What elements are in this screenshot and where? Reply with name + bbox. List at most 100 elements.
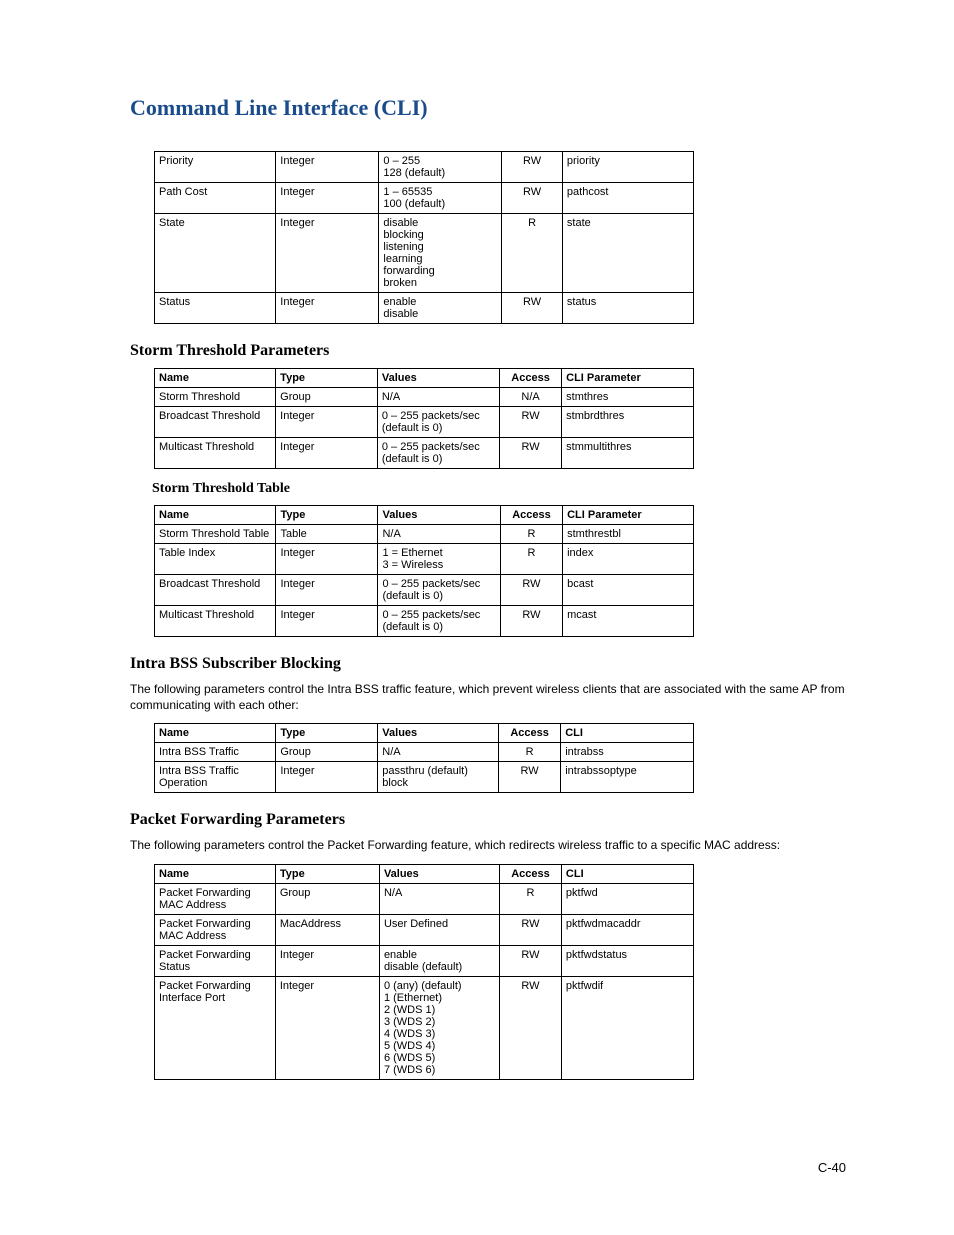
cell-col-cli: stmmultithres	[562, 438, 694, 469]
col-type: Type	[275, 864, 379, 883]
col-type: Type	[276, 724, 378, 743]
cell-col-access: R	[500, 544, 562, 575]
cell-col-name: Storm Threshold Table	[155, 525, 276, 544]
cell-col-name: Broadcast Threshold	[155, 407, 276, 438]
cell-col-type: Integer	[276, 575, 378, 606]
storm-threshold-table: Name Type Values Access CLI Parameter St…	[154, 505, 694, 637]
cell-col-values: 0 – 255 packets/sec(default is 0)	[377, 407, 499, 438]
table-row: Multicast ThresholdInteger0 – 255 packet…	[155, 438, 694, 469]
table-row: Storm Threshold TableTableN/ARstmthrestb…	[155, 525, 694, 544]
cell-col-type: Table	[276, 525, 378, 544]
col-access: Access	[499, 369, 561, 388]
cell-col-access: R	[498, 743, 560, 762]
cell-col-name: Packet Forwarding MAC Address	[155, 914, 276, 945]
cell-col-name: Priority	[155, 152, 276, 183]
table-row: Path CostInteger1 – 65535100 (default)RW…	[155, 183, 694, 214]
cell-col-cli: index	[563, 544, 694, 575]
cell-col-values: 0 – 255 packets/sec(default is 0)	[378, 606, 500, 637]
table-row: Multicast ThresholdInteger0 – 255 packet…	[155, 606, 694, 637]
col-type: Type	[276, 506, 378, 525]
cell-col-name: Broadcast Threshold	[155, 575, 276, 606]
table-row: Packet Forwarding MAC AddressGroupN/ARpk…	[155, 883, 694, 914]
cell-col-access: RW	[502, 183, 563, 214]
cell-col-values: enabledisable (default)	[379, 945, 499, 976]
cell-col-access: RW	[498, 762, 560, 793]
cell-col-values: disableblockinglisteninglearningforwardi…	[379, 214, 502, 293]
cell-col-type: Integer	[276, 544, 378, 575]
table-row: Packet Forwarding Interface PortInteger0…	[155, 976, 694, 1079]
cell-col-name: Status	[155, 293, 276, 324]
cell-col-access: RW	[499, 438, 561, 469]
storm-params-table: Name Type Values Access CLI Parameter St…	[154, 368, 694, 469]
col-access: Access	[498, 724, 560, 743]
page: Command Line Interface (CLI) PriorityInt…	[0, 0, 954, 1235]
cell-col-type: Integer	[276, 152, 379, 183]
cell-col-type: Group	[276, 388, 378, 407]
cell-col-values: passthru (default)block	[378, 762, 499, 793]
cell-col-values: N/A	[378, 743, 499, 762]
cell-col-values: 0 – 255 packets/sec(default is 0)	[377, 438, 499, 469]
cell-col-type: Group	[275, 883, 379, 914]
cell-col-name: Path Cost	[155, 183, 276, 214]
document-title: Command Line Interface (CLI)	[130, 95, 846, 121]
table-row: Packet Forwarding MAC AddressMacAddressU…	[155, 914, 694, 945]
col-access: Access	[500, 864, 562, 883]
cell-col-cli: stmthrestbl	[563, 525, 694, 544]
cell-col-cli: state	[562, 214, 693, 293]
cell-col-type: Integer	[275, 945, 379, 976]
cell-col-type: Integer	[276, 762, 378, 793]
cell-col-type: Integer	[276, 606, 378, 637]
cell-col-name: Multicast Threshold	[155, 438, 276, 469]
cell-col-name: Packet Forwarding MAC Address	[155, 883, 276, 914]
cell-col-values: N/A	[377, 388, 499, 407]
col-cli: CLI Parameter	[563, 506, 694, 525]
cell-col-type: Integer	[276, 438, 378, 469]
cell-col-cli: intrabssoptype	[561, 762, 694, 793]
cell-col-type: Integer	[276, 183, 379, 214]
cell-col-values: 1 – 65535100 (default)	[379, 183, 502, 214]
table-header-row: Name Type Values Access CLI Parameter	[155, 506, 694, 525]
cell-col-name: Table Index	[155, 544, 276, 575]
cell-col-values: 0 (any) (default)1 (Ethernet)2 (WDS 1)3 …	[379, 976, 499, 1079]
cell-col-cli: stmbrdthres	[562, 407, 694, 438]
col-cli: CLI	[561, 864, 693, 883]
cell-col-values: 0 – 255128 (default)	[379, 152, 502, 183]
intra-bss-table: Name Type Values Access CLI Intra BSS Tr…	[154, 723, 694, 793]
cell-col-type: Integer	[275, 976, 379, 1079]
subsection-storm-table: Storm Threshold Table	[152, 481, 846, 497]
cell-col-type: Integer	[276, 407, 378, 438]
cell-col-type: Integer	[276, 293, 379, 324]
col-name: Name	[155, 724, 276, 743]
col-type: Type	[276, 369, 378, 388]
col-name: Name	[155, 506, 276, 525]
cell-col-type: Group	[276, 743, 378, 762]
cell-col-access: RW	[499, 407, 561, 438]
cell-col-values: 1 = Ethernet3 = Wireless	[378, 544, 500, 575]
table-row: Table IndexInteger1 = Ethernet3 = Wirele…	[155, 544, 694, 575]
cell-col-name: Packet Forwarding Status	[155, 945, 276, 976]
cell-col-cli: status	[562, 293, 693, 324]
cell-col-access: RW	[500, 976, 562, 1079]
col-access: Access	[500, 506, 562, 525]
cell-col-cli: pktfwd	[561, 883, 693, 914]
table-header-row: Name Type Values Access CLI	[155, 724, 694, 743]
cell-col-cli: pktfwdstatus	[561, 945, 693, 976]
packet-fwd-paragraph: The following parameters control the Pac…	[130, 837, 846, 853]
cell-col-access: RW	[502, 293, 563, 324]
col-cli: CLI	[561, 724, 694, 743]
table-row: Storm ThresholdGroupN/AN/Astmthres	[155, 388, 694, 407]
table-row: Intra BSS Traffic OperationIntegerpassth…	[155, 762, 694, 793]
cell-col-access: RW	[500, 575, 562, 606]
table-header-row: Name Type Values Access CLI Parameter	[155, 369, 694, 388]
cell-col-values: enabledisable	[379, 293, 502, 324]
page-number: C-40	[818, 1160, 846, 1175]
table-row: StateIntegerdisableblockinglisteninglear…	[155, 214, 694, 293]
table-header-row: Name Type Values Access CLI	[155, 864, 694, 883]
cell-col-access: R	[500, 883, 562, 914]
col-name: Name	[155, 369, 276, 388]
cell-col-type: MacAddress	[275, 914, 379, 945]
cell-col-access: RW	[500, 945, 562, 976]
cell-col-access: RW	[500, 914, 562, 945]
cell-col-cli: stmthres	[562, 388, 694, 407]
cell-col-name: Storm Threshold	[155, 388, 276, 407]
